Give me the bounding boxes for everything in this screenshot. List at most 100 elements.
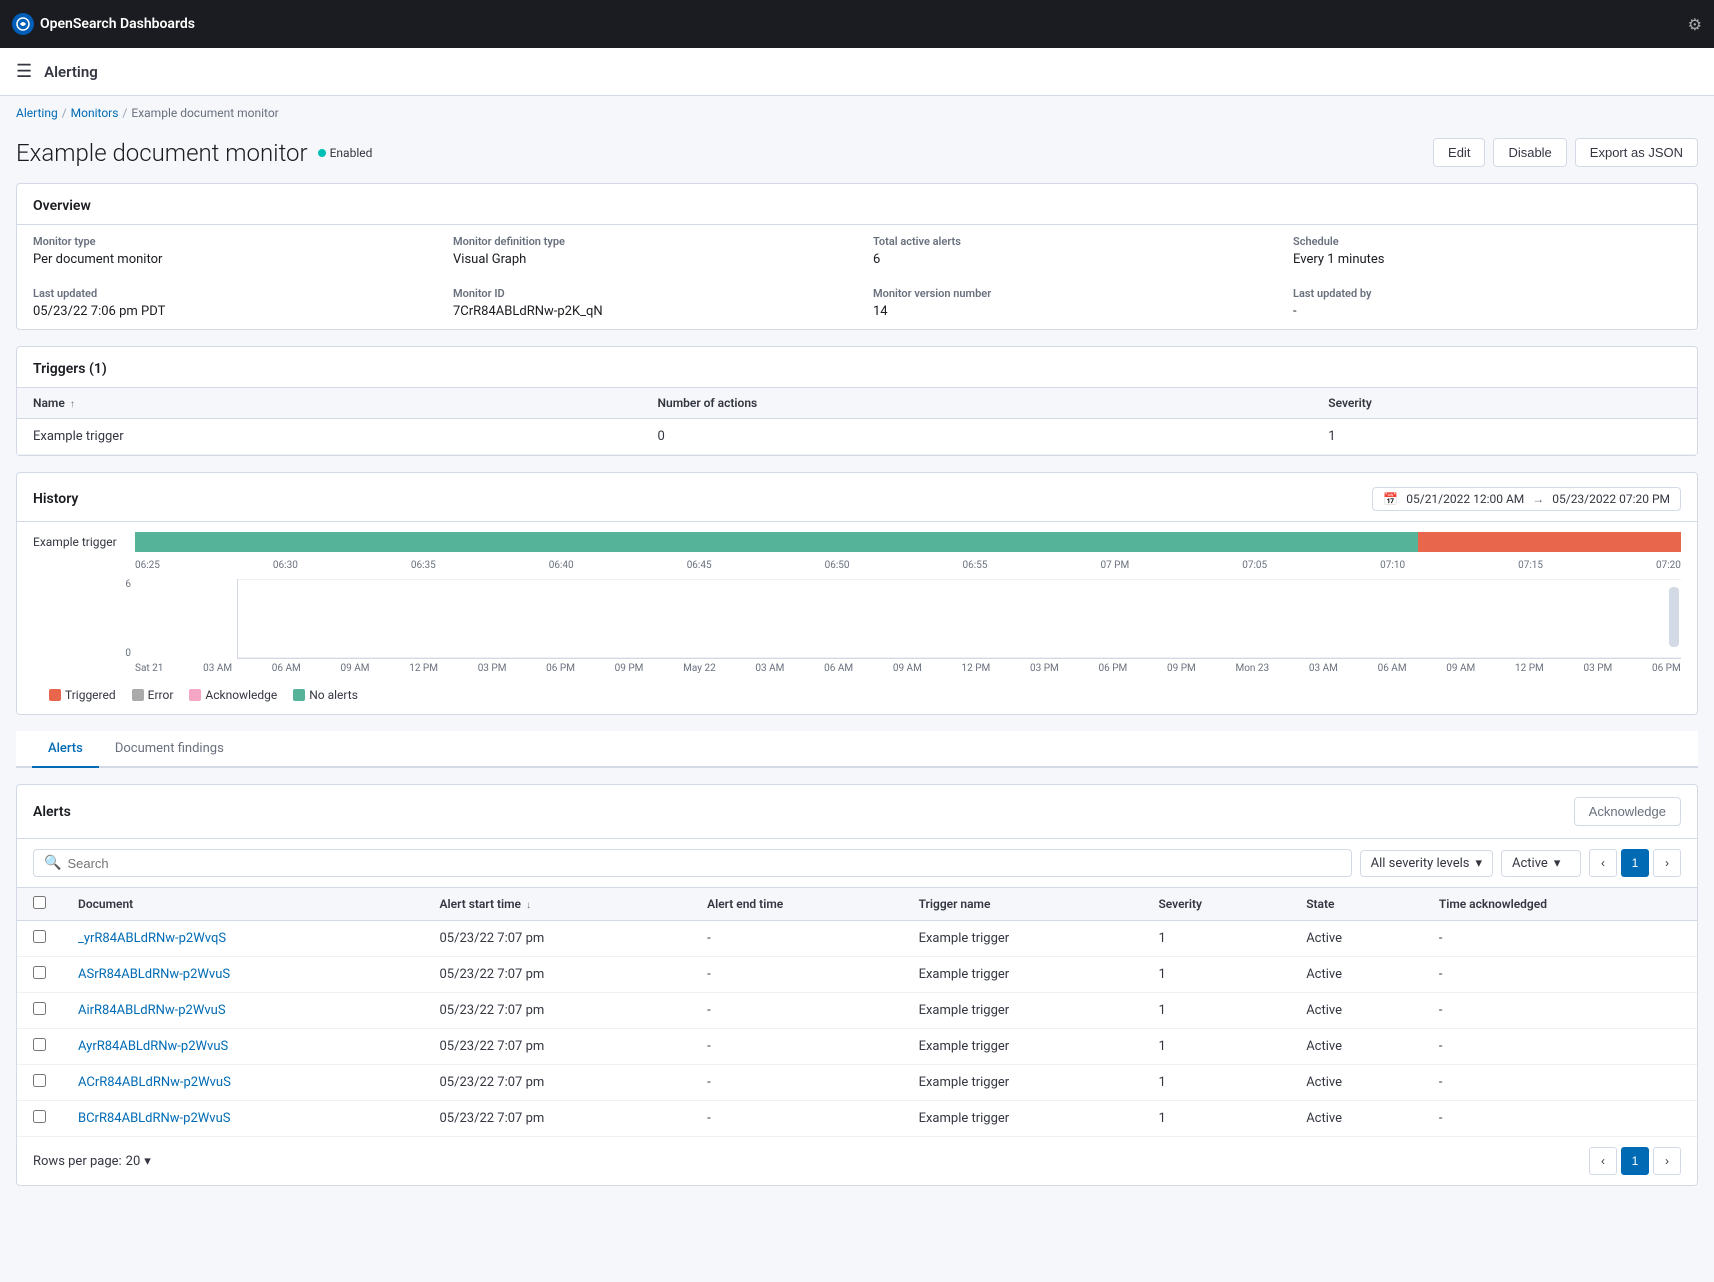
alerts-col-checkbox xyxy=(17,888,62,921)
breadcrumb-current: Example document monitor xyxy=(131,106,278,120)
trigger-actions: 0 xyxy=(642,419,1313,455)
row-trigger-5: Example trigger xyxy=(903,1101,1143,1137)
alerts-col-ack-time: Time acknowledged xyxy=(1423,888,1697,921)
row-checkbox-1[interactable] xyxy=(33,966,46,979)
search-input[interactable] xyxy=(67,856,1340,871)
history-panel: History 📅 05/21/2022 12:00 AM → 05/23/20… xyxy=(16,472,1698,715)
triggers-col-name: Name ↑ xyxy=(17,388,642,419)
row-checkbox-3[interactable] xyxy=(33,1038,46,1051)
legend-error: Error xyxy=(132,688,174,702)
acknowledge-button[interactable]: Acknowledge xyxy=(1574,797,1681,826)
disable-button[interactable]: Disable xyxy=(1493,138,1566,167)
legend-no-alerts-dot xyxy=(293,689,305,701)
row-start-0: 05/23/22 7:07 pm xyxy=(424,921,692,957)
trigger-severity: 1 xyxy=(1312,419,1697,455)
overview-schedule: Schedule Every 1 minutes xyxy=(1277,225,1697,277)
row-severity-2: 1 xyxy=(1142,993,1290,1029)
top-nav: OpenSearch Dashboards ⚙ xyxy=(0,0,1714,48)
history-header: History 📅 05/21/2022 12:00 AM → 05/23/20… xyxy=(17,473,1697,522)
page-header: Example document monitor Enabled Edit Di… xyxy=(16,138,1698,167)
severity-filter[interactable]: All severity levels ▾ xyxy=(1360,850,1493,877)
row-end-4: - xyxy=(691,1065,903,1101)
row-trigger-2: Example trigger xyxy=(903,993,1143,1029)
tab-alerts[interactable]: Alerts xyxy=(32,731,99,768)
doc-link-3[interactable]: AyrR84ABLdRNw-p2WvuS xyxy=(78,1039,228,1054)
row-start-1: 05/23/22 7:07 pm xyxy=(424,957,692,993)
second-nav: ☰ Alerting xyxy=(0,48,1714,96)
legend-error-dot xyxy=(132,689,144,701)
alerts-toolbar: 🔍 All severity levels ▾ Active ▾ ‹ 1 › xyxy=(17,839,1697,888)
doc-link-0[interactable]: _yrR84ABLdRNw-p2WvqS xyxy=(78,931,226,946)
alerts-col-document: Document xyxy=(62,888,424,921)
row-ack-5: - xyxy=(1423,1101,1697,1137)
row-checkbox-cell xyxy=(17,993,62,1029)
tab-document-findings[interactable]: Document findings xyxy=(99,731,240,768)
prev-page-button[interactable]: ‹ xyxy=(1589,849,1617,877)
search-icon: 🔍 xyxy=(44,855,61,871)
hamburger-menu[interactable]: ☰ xyxy=(16,61,32,82)
breadcrumb-monitors[interactable]: Monitors xyxy=(71,106,119,120)
row-end-3: - xyxy=(691,1029,903,1065)
alert-row: AyrR84ABLdRNw-p2WvuS 05/23/22 7:07 pm - … xyxy=(17,1029,1697,1065)
trigger-row: Example trigger 0 1 xyxy=(17,419,1697,455)
doc-link-2[interactable]: AirR84ABLdRNw-p2WvuS xyxy=(78,1003,226,1018)
state-chevron-icon: ▾ xyxy=(1554,856,1561,871)
footer-prev-button[interactable]: ‹ xyxy=(1589,1147,1617,1175)
row-trigger-3: Example trigger xyxy=(903,1029,1143,1065)
edit-button[interactable]: Edit xyxy=(1433,138,1485,167)
row-checkbox-cell xyxy=(17,957,62,993)
app-name: OpenSearch Dashboards xyxy=(40,16,195,32)
row-checkbox-cell xyxy=(17,1029,62,1065)
doc-link-1[interactable]: ASrR84ABLdRNw-p2WvuS xyxy=(78,967,230,982)
row-checkbox-0[interactable] xyxy=(33,930,46,943)
footer-next-button[interactable]: › xyxy=(1653,1147,1681,1175)
trigger-bar-container xyxy=(135,532,1681,552)
breadcrumb-alerting[interactable]: Alerting xyxy=(16,106,58,120)
export-json-button[interactable]: Export as JSON xyxy=(1575,138,1698,167)
row-trigger-0: Example trigger xyxy=(903,921,1143,957)
legend-triggered: Triggered xyxy=(49,688,116,702)
overview-grid: Monitor type Per document monitor Monito… xyxy=(17,225,1697,329)
status-badge: Enabled xyxy=(318,146,373,160)
trigger-name: Example trigger xyxy=(17,419,642,455)
legend-ack-dot xyxy=(189,689,201,701)
global-settings-icon[interactable]: ⚙ xyxy=(1688,15,1702,34)
chart-line-top xyxy=(238,579,1681,580)
chart-line-bottom xyxy=(238,657,1681,658)
row-severity-1: 1 xyxy=(1142,957,1290,993)
chart-scrollbar[interactable] xyxy=(1669,587,1679,647)
footer-page-1-button[interactable]: 1 xyxy=(1621,1147,1649,1175)
sort-start-time-icon: ↓ xyxy=(526,900,531,911)
doc-link-4[interactable]: ACrR84ABLdRNw-p2WvuS xyxy=(78,1075,231,1090)
state-filter[interactable]: Active ▾ xyxy=(1501,850,1581,877)
row-checkbox-2[interactable] xyxy=(33,1002,46,1015)
alert-row: ACrR84ABLdRNw-p2WvuS 05/23/22 7:07 pm - … xyxy=(17,1065,1697,1101)
date-range-selector[interactable]: 📅 05/21/2022 12:00 AM → 05/23/2022 07:20… xyxy=(1372,487,1681,511)
page-1-button[interactable]: 1 xyxy=(1621,849,1649,877)
breadcrumb: Alerting / Monitors / Example document m… xyxy=(0,96,1714,130)
chevron-down-icon: ▾ xyxy=(1475,856,1482,871)
row-ack-3: - xyxy=(1423,1029,1697,1065)
rows-per-page-value: 20 xyxy=(126,1154,141,1169)
row-checkbox-5[interactable] xyxy=(33,1110,46,1123)
pagination: ‹ 1 › xyxy=(1589,849,1681,877)
overview-last-updated: Last updated 05/23/22 7:06 pm PDT xyxy=(17,277,437,329)
logo-icon xyxy=(12,13,34,35)
doc-link-5[interactable]: BCrR84ABLdRNw-p2WvuS xyxy=(78,1111,230,1126)
row-severity-4: 1 xyxy=(1142,1065,1290,1101)
bar-red xyxy=(1418,532,1681,552)
row-end-5: - xyxy=(691,1101,903,1137)
row-severity-3: 1 xyxy=(1142,1029,1290,1065)
row-ack-4: - xyxy=(1423,1065,1697,1101)
row-checkbox-4[interactable] xyxy=(33,1074,46,1087)
overview-monitor-id: Monitor ID 7CrR84ABLdRNw-p2K_qN xyxy=(437,277,857,329)
next-page-button[interactable]: › xyxy=(1653,849,1681,877)
date-range-start: 05/21/2022 12:00 AM xyxy=(1406,492,1524,506)
rows-per-page-selector[interactable]: Rows per page: 20 ▾ xyxy=(33,1154,151,1169)
overview-title: Overview xyxy=(17,184,1697,225)
row-checkbox-cell xyxy=(17,921,62,957)
row-end-2: - xyxy=(691,993,903,1029)
row-end-0: - xyxy=(691,921,903,957)
alerts-col-start-time: Alert start time ↓ xyxy=(424,888,692,921)
select-all-checkbox[interactable] xyxy=(33,896,46,909)
